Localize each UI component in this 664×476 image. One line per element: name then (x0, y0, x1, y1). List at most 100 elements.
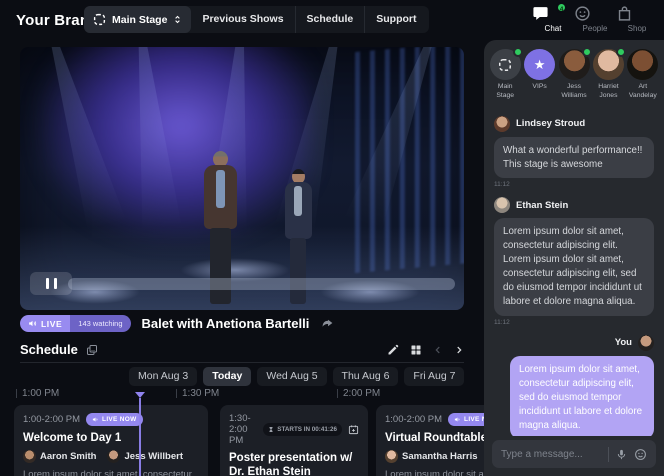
schedule-heading: Schedule (20, 342, 78, 357)
day-pill-today[interactable]: Today (203, 367, 251, 386)
stream-title: Balet with Anetiona Bartelli (142, 316, 310, 331)
avatar (494, 116, 510, 132)
live-badge[interactable]: LIVE 143 watching (20, 315, 131, 332)
avatar (23, 450, 36, 463)
message-time: 11:12 (494, 319, 654, 326)
add-to-calendar-icon[interactable] (348, 424, 359, 435)
nav-item-support[interactable]: Support (364, 6, 427, 33)
chat-tab-harriet-jones[interactable]: Harriet Jones (592, 49, 624, 101)
chat-label: Chat (532, 24, 574, 33)
schedule-card-welcome[interactable]: 1:00-2:00 PM LIVE NOW Welcome to Day 1 A… (14, 405, 208, 476)
chat-message-self: You Lorem ipsum dolor sit amet, consecte… (494, 335, 654, 436)
star-icon: ★ (534, 57, 546, 73)
people-button[interactable]: People (574, 5, 616, 33)
message-bubble: Lorem ipsum dolor sit amet, consectetur … (510, 356, 654, 436)
day-selector: Mon Aug 3 Today Wed Aug 5 Thu Aug 6 Fri … (129, 367, 464, 386)
grid-view-icon[interactable] (410, 344, 422, 356)
day-pill-mon[interactable]: Mon Aug 3 (129, 367, 197, 386)
calendar-sync-icon[interactable] (86, 344, 98, 356)
timeline-label-3: 2:00 PM (343, 388, 380, 399)
shop-label: Shop (616, 24, 658, 33)
schedule-header: Schedule (20, 342, 98, 357)
chevron-left-icon[interactable] (433, 344, 443, 356)
day-pill-thu[interactable]: Thu Aug 6 (333, 367, 399, 386)
chevron-up-down-icon (173, 14, 182, 25)
card-time: 1:00-2:00 PM (385, 414, 442, 425)
card-title: Welcome to Day 1 (23, 431, 199, 445)
live-label: LIVE (41, 319, 62, 329)
online-dot (513, 47, 523, 57)
timeline-label-2: 1:30 PM (182, 388, 219, 399)
timeline-tick (16, 389, 17, 398)
message-time: 11:12 (494, 181, 654, 188)
chat-tab-main-stage[interactable]: Main Stage (489, 49, 521, 101)
avatar (107, 450, 120, 463)
chat-tab-vips[interactable]: ★ VIPs (523, 49, 555, 101)
avatar (638, 335, 654, 351)
stage-selector-label: Main Stage (112, 14, 167, 26)
avatar (494, 197, 510, 213)
main-navigation: Main Stage Previous Shows Schedule Suppo… (84, 6, 429, 33)
message-input[interactable] (501, 449, 601, 460)
message-bubble: Lorem ipsum dolor sit amet, consectetur … (494, 218, 654, 315)
input-divider (608, 447, 609, 462)
message-bubble: What a wonderful performance!! This stag… (494, 137, 654, 179)
nav-item-schedule[interactable]: Schedule (295, 6, 365, 33)
topbar-actions: 4 Chat People Shop (532, 5, 658, 33)
app-window: Your Brand Main Stage Previous Shows Sch… (0, 0, 664, 476)
card-speaker: Aaron Smith (23, 450, 96, 463)
avatar (385, 450, 398, 463)
day-pill-fri[interactable]: Fri Aug 7 (404, 367, 464, 386)
chat-tabs: Main Stage ★ VIPs Jess Williams Harriet … (484, 40, 664, 106)
message-author: Lindsey Stroud (516, 118, 585, 129)
message-author: Ethan Stein (516, 200, 568, 211)
timeline-tick (337, 389, 338, 398)
emoji-icon[interactable] (634, 448, 647, 461)
video-progress-bar[interactable] (68, 278, 455, 290)
current-time-line (139, 398, 141, 476)
schedule-divider (20, 362, 464, 363)
chat-button[interactable]: 4 Chat (532, 5, 574, 33)
speaker-icon (28, 319, 37, 328)
nav-item-previous-shows[interactable]: Previous Shows (191, 6, 294, 33)
chat-panel: Main Stage ★ VIPs Jess Williams Harriet … (484, 40, 664, 476)
card-speaker: Samantha Harris (385, 450, 478, 463)
video-player[interactable] (20, 47, 464, 310)
chat-message: Ethan Stein Lorem ipsum dolor sit amet, … (494, 197, 654, 325)
chat-tab-jess-williams[interactable]: Jess Williams (558, 49, 590, 101)
online-dot (582, 47, 592, 57)
chat-messages[interactable]: Lindsey Stroud What a wonderful performa… (484, 106, 664, 436)
pause-button[interactable] (30, 272, 72, 295)
schedule-card-poster[interactable]: 1:30-2:00 PM STARTS IN 00:41:26 Poster p… (220, 405, 368, 476)
people-label: People (574, 24, 616, 33)
share-icon[interactable] (320, 317, 335, 330)
avatar (627, 49, 658, 80)
starts-in-badge: STARTS IN 00:41:26 (263, 423, 342, 436)
mic-icon[interactable] (616, 448, 627, 461)
chat-tab-art-vandelay[interactable]: Art Vandelay (627, 49, 659, 101)
online-dot (616, 47, 626, 57)
message-input-bar (492, 440, 656, 468)
shop-bag-icon (616, 5, 658, 22)
stream-title-row: LIVE 143 watching Balet with Anetiona Ba… (20, 315, 335, 332)
edit-pencil-icon[interactable] (387, 344, 399, 356)
live-now-badge: LIVE NOW (86, 413, 143, 426)
card-description: Lorem ipsum dolor sit amet, consectetur … (23, 469, 199, 476)
watching-count: 143 watching (70, 315, 130, 332)
stage-selector-button[interactable]: Main Stage (84, 6, 191, 33)
timeline-label-1: 1:00 PM (22, 388, 59, 399)
timeline-tick (176, 389, 177, 398)
card-speaker: Jess Willbert (107, 450, 183, 463)
card-time: 1:30-2:00 PM (229, 413, 257, 446)
message-author: You (615, 337, 632, 348)
card-time: 1:00-2:00 PM (23, 414, 80, 425)
schedule-tools (387, 344, 464, 356)
card-title: Poster presentation w/ Dr. Ethan Stein (229, 451, 359, 476)
avatar (559, 49, 590, 80)
chevron-right-icon[interactable] (454, 344, 464, 356)
avatar (593, 49, 624, 80)
stage-icon (93, 13, 106, 26)
day-pill-wed[interactable]: Wed Aug 5 (257, 367, 326, 386)
shop-button[interactable]: Shop (616, 5, 658, 33)
chat-bubble-icon (532, 5, 574, 22)
